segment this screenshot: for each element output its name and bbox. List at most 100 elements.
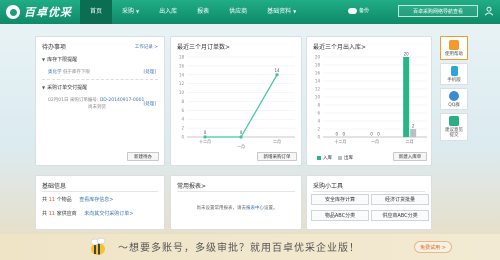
reports-text: 尚未设置常用报表，请去 xyxy=(196,206,247,211)
nav-purchase[interactable]: 采购 ▼ xyxy=(112,0,149,24)
stock-alert-section[interactable]: ▼ 库存下限提醒 xyxy=(42,56,77,63)
view-stock-link[interactable]: 查看库存信息> xyxy=(79,197,113,203)
logo-icon xyxy=(6,5,20,19)
nav-home-label: 首页 xyxy=(90,8,103,15)
y-tick-label: 10 xyxy=(315,95,321,100)
stock-title[interactable]: 最近三个月出入库> xyxy=(313,42,366,51)
new-purchase-order-button[interactable]: 新增采购订单 xyxy=(257,152,297,161)
top-nav-button[interactable]: 百卓采购网络导航查看 xyxy=(398,5,478,17)
data-point xyxy=(203,135,207,139)
count-prefix: 共 xyxy=(42,211,48,217)
sidebar-feedback-label: 建议意见提交 xyxy=(445,128,463,138)
delivery-alert-row: 02月01日 采购订单编号: DD-20140917-0001 xyxy=(48,97,144,103)
top-bar: 百卓优采 首页 采购 ▼ 出入库 报表 供应商 基础资料 ▼ 备份 百卓采购网络导航… xyxy=(0,0,500,24)
y-tick-label: 0 xyxy=(181,135,184,140)
order-code-label: 采购订单编号: xyxy=(69,98,99,103)
x-tick-label: 十二月 xyxy=(334,138,346,144)
tools-title: 采购小工具 xyxy=(313,183,344,190)
nav-home[interactable]: 首页 xyxy=(80,0,113,24)
eoq-tool[interactable]: 经济订货批量 xyxy=(371,194,429,205)
user-icon[interactable] xyxy=(484,6,494,16)
y-tick-label: 8 xyxy=(317,103,320,108)
nav-basic-data[interactable]: 基础资料 ▼ xyxy=(257,0,306,24)
y-tick-label: 18 xyxy=(179,55,185,60)
chevron-down-icon: ▼ xyxy=(293,9,297,14)
x-tick-label: 一月 xyxy=(237,144,245,149)
data-point xyxy=(275,73,279,77)
orders-panel: 最近三个月订单数> 0 2 4 6 8 10 12 14 16 18 十二月 一月 二月 0 0 14 新增采… xyxy=(170,36,302,166)
legend-in-label: 入库 xyxy=(323,156,332,161)
backup-link[interactable]: 备份 xyxy=(348,7,369,14)
x-tick-label: 二月 xyxy=(406,139,414,144)
process-button[interactable]: [处理] xyxy=(143,69,156,75)
reports-text-end: 设置。 xyxy=(264,206,278,211)
sidebar-item-qq[interactable]: QQ群 xyxy=(440,88,468,110)
divider xyxy=(42,191,158,192)
sidebar-qq-label: QQ群 xyxy=(448,102,460,108)
data-label: 20 xyxy=(404,52,410,57)
new-todo-button[interactable]: 新建待办 xyxy=(127,152,159,161)
delivery-alert-section[interactable]: ▼ 采购订单交付提醒 xyxy=(42,84,87,91)
nav-suppliers[interactable]: 供应商 xyxy=(219,0,257,24)
item-abc-tool[interactable]: 物品ABC分类 xyxy=(311,210,369,221)
nav-stock[interactable]: 出入库 xyxy=(149,0,187,24)
orders-line-chart: 0 2 4 6 8 10 12 14 16 18 十二月一月 二月 0 0 14 xyxy=(179,55,295,149)
alert-date: 02月01日 xyxy=(48,98,69,103)
safety-stock-tool[interactable]: 安全库存计算 xyxy=(311,194,369,205)
orders-title[interactable]: 最近三个月订单数> xyxy=(177,42,230,51)
y-tick-label: 18 xyxy=(315,63,321,68)
reports-panel: 常用报表> 尚未设置常用报表，请去报表中心设置。 xyxy=(170,175,302,230)
supplier-abc-tool[interactable]: 供应商ABC分类 xyxy=(371,210,429,221)
order-code-link[interactable]: DD-20140917-0001 xyxy=(100,98,145,103)
y-tick-label: 10 xyxy=(179,90,185,95)
nav-reports[interactable]: 报表 xyxy=(187,0,219,24)
data-label: 0 xyxy=(336,132,339,137)
nav-stock-label: 出入库 xyxy=(159,8,178,15)
data-label: 0 xyxy=(240,130,243,135)
y-tick-label: 16 xyxy=(179,63,185,68)
divider xyxy=(313,191,425,192)
y-tick-label: 6 xyxy=(181,108,184,113)
process-button[interactable]: [处理] xyxy=(143,101,156,107)
items-count: 11 xyxy=(48,197,55,203)
legend-swatch-in xyxy=(317,156,321,160)
y-tick-label: 0 xyxy=(317,135,320,140)
data-label: 14 xyxy=(274,68,280,73)
x-tick-label: 十二月 xyxy=(199,138,211,144)
legend-out-label: 出库 xyxy=(344,156,353,161)
alert-item-name[interactable]: 奥化学 xyxy=(48,70,62,75)
delivery-alert-label: 采购订单交付提醒 xyxy=(47,85,88,91)
y-tick-label: 6 xyxy=(317,111,320,116)
reports-empty-message: 尚未设置常用报表，请去报表中心设置。 xyxy=(171,205,303,211)
mobile-icon xyxy=(450,65,458,76)
new-stock-in-button[interactable]: 新建入库单 xyxy=(393,152,427,161)
data-label: 0 xyxy=(377,132,380,137)
bar-in xyxy=(403,57,410,137)
divider xyxy=(42,79,158,80)
nav-basic-data-label: 基础资料 xyxy=(267,8,292,15)
stock-bar-chart: 02468101214161820十二月0 0一月0 0二月202 xyxy=(315,52,427,144)
help-icon xyxy=(449,39,459,50)
reports-title[interactable]: 常用报表> xyxy=(177,181,206,190)
basic-info-title: 基础信息 xyxy=(42,183,67,190)
sidebar-item-help[interactable]: 使用帮助 xyxy=(440,36,468,60)
sidebar-item-mobile[interactable]: 手机版 xyxy=(440,63,468,85)
data-label: 2 xyxy=(412,124,415,129)
report-center-link[interactable]: 报表中心 xyxy=(246,206,264,211)
qq-icon xyxy=(449,90,459,101)
sidebar-help-label: 使用帮助 xyxy=(445,51,463,57)
orders-series-line xyxy=(205,74,278,138)
work-log-link[interactable]: 工作记录 > xyxy=(135,44,158,50)
nav-suppliers-label: 供应商 xyxy=(229,8,248,15)
todo-title: 待办事项 xyxy=(42,44,67,51)
free-trial-button[interactable]: 免费试用 > xyxy=(414,241,452,253)
y-tick-label: 12 xyxy=(179,81,185,86)
chevron-down-icon: ▼ xyxy=(136,9,140,14)
y-tick-label: 2 xyxy=(181,126,184,131)
suppliers-no-order-link[interactable]: 未向其交付采购订单> xyxy=(84,211,133,217)
sidebar-item-feedback[interactable]: 建议意见提交 xyxy=(440,113,468,141)
nav-reports-label: 报表 xyxy=(197,8,210,15)
y-tick-label: 4 xyxy=(181,117,184,122)
suppliers-count-row: 共 11 家供应商 未向其交付采购订单> xyxy=(42,210,133,217)
brand-logo[interactable]: 百卓优采 xyxy=(6,4,72,20)
